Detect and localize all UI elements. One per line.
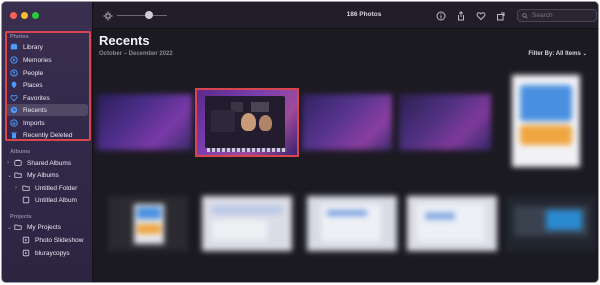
sidebar: Photos Library Memories People Places Fa…	[2, 2, 93, 282]
block	[327, 210, 367, 216]
minimize-window-button[interactable]	[21, 12, 28, 19]
photo-thumbnail[interactable]	[302, 94, 392, 150]
selected-photo-highlight	[195, 88, 299, 157]
zoom-window-button[interactable]	[32, 12, 39, 19]
folder-icon	[22, 184, 30, 192]
rotate-icon[interactable]	[102, 10, 113, 21]
folder-icon	[14, 223, 22, 231]
chevron-down-icon: ⌄	[582, 51, 587, 57]
sidebar-item-shared-albums[interactable]: › Shared Albums	[7, 157, 71, 169]
block	[425, 212, 455, 220]
toolbar: 186 Photos	[94, 2, 598, 29]
folder-icon	[14, 171, 22, 179]
slideshow-icon	[22, 236, 30, 244]
photo-thumbnail[interactable]	[512, 75, 580, 167]
filter-label: Filter By: All Items	[528, 51, 581, 57]
chevron-right-icon[interactable]: ›	[15, 185, 20, 191]
photos-section-highlight	[5, 31, 91, 141]
chevron-down-icon[interactable]: ⌄	[7, 224, 12, 231]
sidebar-item-label: Photo Slideshow	[35, 236, 84, 244]
album-icon	[22, 196, 30, 204]
sidebar-item-untitled-folder[interactable]: › Untitled Folder	[15, 182, 77, 194]
photo-thumbnail[interactable]	[506, 196, 596, 251]
block	[212, 206, 282, 214]
sidebar-item-label: Untitled Folder	[35, 184, 78, 192]
sidebar-item-label: My Albums	[27, 171, 59, 179]
zoom-slider-knob[interactable]	[145, 11, 153, 19]
photo-thumbnail[interactable]	[202, 196, 292, 251]
photo-thumbnail[interactable]	[399, 94, 491, 150]
block	[417, 204, 485, 242]
photos-window: Photos Library Memories People Places Fa…	[1, 1, 599, 283]
photo-thumbnail[interactable]	[307, 196, 397, 251]
info-icon[interactable]	[435, 10, 446, 21]
sidebar-item-label: My Projects	[27, 223, 61, 231]
photo-thumbnail[interactable]	[407, 196, 497, 251]
search-icon	[522, 12, 528, 19]
slideshow-icon	[22, 249, 30, 257]
photo-grid-area: Recents October – December 2022 Filter B…	[94, 29, 598, 282]
filter-dropdown[interactable]: Filter By: All Items ⌄	[528, 51, 587, 57]
page	[134, 204, 164, 244]
close-window-button[interactable]	[10, 12, 17, 19]
sidebar-item-untitled-album[interactable]: Untitled Album	[22, 194, 77, 206]
sidebar-item-label: Shared Albums	[27, 159, 72, 167]
sidebar-item-photo-slideshow[interactable]: Photo Slideshow	[22, 234, 83, 246]
section-title-projects: Projects	[10, 214, 32, 220]
page-title: Recents	[99, 33, 150, 48]
shared-albums-icon	[14, 159, 22, 167]
photo-thumbnail[interactable]	[97, 94, 192, 150]
share-icon[interactable]	[455, 10, 466, 21]
chevron-down-icon[interactable]: ⌄	[7, 172, 12, 179]
chevron-right-icon[interactable]: ›	[7, 160, 12, 166]
zoom-slider-track[interactable]	[117, 15, 167, 16]
traffic-lights	[10, 12, 39, 19]
sidebar-item-my-projects[interactable]: ⌄ My Projects	[7, 221, 61, 233]
heart-icon[interactable]	[475, 10, 486, 21]
sidebar-item-my-albums[interactable]: ⌄ My Albums	[7, 169, 59, 181]
search-field[interactable]	[517, 9, 597, 22]
blue-card	[137, 207, 161, 219]
sidebar-item-bluraycopys[interactable]: bluraycopys	[22, 247, 70, 259]
block	[212, 220, 267, 240]
orange-card	[137, 224, 161, 234]
photo-thumbnail[interactable]	[108, 196, 188, 251]
section-title-albums: Albums	[10, 149, 31, 155]
orange-card	[520, 125, 572, 145]
rotate-photo-icon[interactable]	[495, 10, 506, 21]
search-input[interactable]	[532, 12, 592, 19]
sidebar-item-label: bluraycopys	[35, 249, 70, 257]
date-range: October – December 2022	[99, 51, 173, 57]
sidebar-item-label: Untitled Album	[35, 196, 77, 204]
block	[546, 210, 582, 230]
photo-count: 186 Photos	[346, 11, 382, 18]
blue-card	[520, 85, 572, 121]
